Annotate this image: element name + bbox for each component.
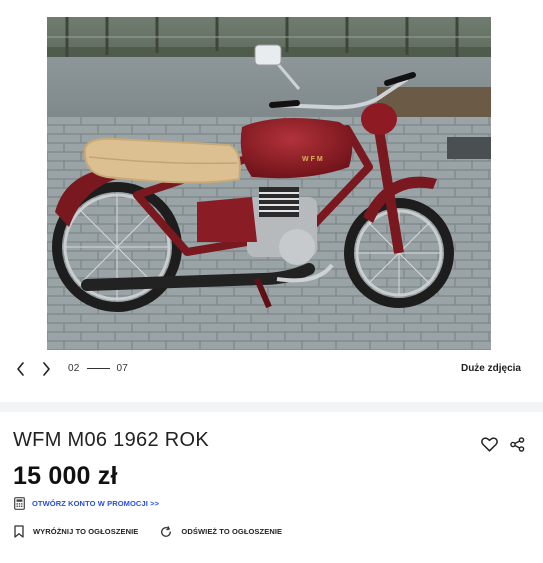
promo-link[interactable]: OTWÓRZ KONTO W PROMOCJI >> — [14, 497, 159, 510]
refresh-icon — [161, 525, 172, 537]
photo-counter: 02 07 — [68, 363, 128, 374]
promo-label: OTWÓRZ KONTO W PROMOCJI >> — [32, 499, 160, 508]
photo-counter-divider — [86, 368, 110, 369]
bookmark-icon — [14, 525, 24, 538]
photo-counter-total: 07 — [116, 363, 129, 374]
share-icon — [509, 436, 524, 452]
previous-photo-button[interactable] — [12, 360, 30, 378]
listing-title: WFM M06 1962 ROK — [13, 429, 209, 451]
chevron-right-icon — [43, 362, 50, 376]
chevron-left-icon — [17, 362, 24, 376]
favorite-button[interactable] — [479, 434, 499, 454]
motorcycle-photo — [47, 17, 491, 350]
tank-logo: WFM — [302, 156, 325, 163]
refresh-listing-label: ODŚWIEŻ TO OGŁOSZENIE — [181, 527, 283, 536]
heart-icon — [480, 436, 498, 452]
listing-photo[interactable]: WFM — [47, 17, 491, 350]
refresh-listing-button[interactable]: ODŚWIEŻ TO OGŁOSZENIE — [160, 525, 283, 538]
next-photo-button[interactable] — [37, 360, 55, 378]
calculator-icon — [14, 497, 25, 510]
photo-gallery: WFM 02 07 Duże zdjęcia — [0, 0, 543, 402]
highlight-listing-label: WYRÓŻNIJ TO OGŁOSZENIE — [33, 527, 139, 536]
photo-counter-current: 02 — [68, 363, 80, 374]
listing-price: 15 000 zł — [13, 462, 118, 490]
big-photos-link[interactable]: Duże zdjęcia — [461, 363, 521, 374]
section-divider — [0, 402, 543, 412]
highlight-listing-button[interactable]: WYRÓŻNIJ TO OGŁOSZENIE — [14, 525, 138, 538]
share-button[interactable] — [507, 434, 527, 454]
listing-actions: WYRÓŻNIJ TO OGŁOSZENIE ODŚWIEŻ TO OGŁOSZ… — [14, 525, 304, 538]
